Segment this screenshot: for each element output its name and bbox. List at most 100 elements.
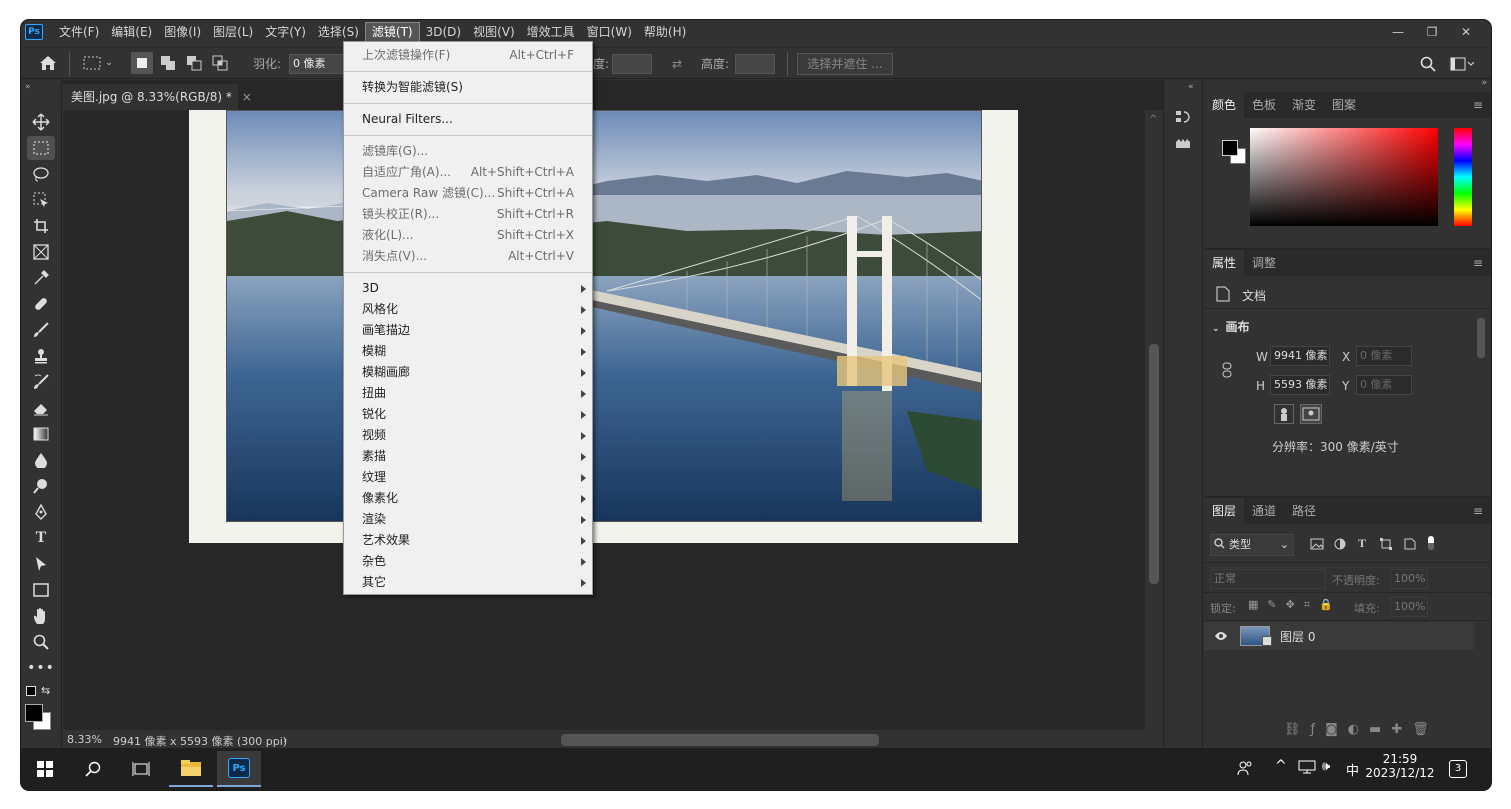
collapse-arrows-icon[interactable]: »	[1481, 78, 1487, 88]
close-tab-icon[interactable]: ×	[242, 90, 252, 104]
pixel-filter-icon[interactable]	[1310, 538, 1324, 553]
filter-submenu-item[interactable]: 画笔描边	[344, 320, 592, 341]
filter-menu-item[interactable]: 自适应广角(A)... Alt+Shift+Ctrl+A	[344, 162, 592, 183]
ime-indicator[interactable]: 中	[1346, 760, 1359, 779]
filter-menu-item[interactable]: 液化(L)... Shift+Ctrl+X	[344, 225, 592, 246]
dodge-tool-icon[interactable]	[27, 474, 55, 498]
eraser-icon[interactable]	[27, 396, 55, 420]
hand-tool-icon[interactable]	[27, 604, 55, 628]
panel-menu-icon[interactable]: ≡	[1465, 92, 1491, 118]
fill-input[interactable]: 100%	[1390, 597, 1428, 617]
filter-submenu-item[interactable]: 渲染	[344, 509, 592, 530]
canvas-section-toggle[interactable]: ⌄ 画布	[1212, 318, 1250, 335]
filter-submenu-item[interactable]: 锐化	[344, 404, 592, 425]
menu-item[interactable]: 文件(F)	[53, 22, 105, 42]
canvas-area[interactable]	[63, 110, 1145, 730]
photoshop-taskbar-icon[interactable]: Ps	[217, 751, 261, 787]
filter-menu-item[interactable]: 滤镜库(G)...	[344, 141, 592, 162]
healing-brush-icon[interactable]	[27, 292, 55, 316]
menu-item[interactable]: 滤镜(T)	[364, 22, 420, 42]
tab-properties[interactable]: 属性	[1204, 250, 1245, 276]
notification-icon[interactable]: 3	[1449, 760, 1467, 778]
panel-menu-icon[interactable]: ≡	[1465, 250, 1491, 276]
close-window-button[interactable]: ✕	[1449, 20, 1483, 44]
people-icon[interactable]	[1237, 760, 1253, 779]
select-and-mask-button[interactable]: 选择并遮住 ...	[797, 53, 893, 75]
foreground-color-swatch[interactable]	[25, 704, 43, 722]
history-brush-icon[interactable]	[27, 370, 55, 394]
marquee-tool-preset-icon[interactable]	[81, 52, 103, 74]
filter-submenu-item[interactable]: 风格化	[344, 299, 592, 320]
swap-colors-icon[interactable]: ⇆	[41, 684, 50, 697]
tab-adjustments[interactable]: 调整	[1244, 250, 1284, 276]
blur-tool-icon[interactable]	[27, 448, 55, 472]
filter-menu-item[interactable]: 转换为智能滤镜(S)	[344, 77, 592, 98]
collapse-arrows-icon[interactable]: «	[1188, 82, 1194, 92]
clock[interactable]: 21:59 2023/12/12	[1365, 752, 1435, 780]
layer-name[interactable]: 图层 0	[1280, 628, 1315, 645]
crop-tool-icon[interactable]	[27, 214, 55, 238]
menu-item[interactable]: 窗口(W)	[581, 22, 638, 42]
default-colors-icon[interactable]	[26, 686, 36, 696]
lasso-tool-icon[interactable]	[27, 162, 55, 186]
filter-submenu-item[interactable]: 其它	[344, 572, 592, 593]
menu-item[interactable]: 帮助(H)	[638, 22, 692, 42]
opacity-input[interactable]: 100%	[1390, 569, 1428, 589]
workspace-icon[interactable]	[1447, 53, 1477, 75]
type-filter-icon[interactable]: T	[1358, 536, 1366, 551]
eyedropper-icon[interactable]	[27, 266, 55, 290]
tab-paths[interactable]: 路径	[1284, 498, 1324, 524]
pen-tool-icon[interactable]	[27, 500, 55, 524]
vertical-scroll-thumb[interactable]	[1149, 344, 1159, 584]
filter-submenu-item[interactable]: 杂色	[344, 551, 592, 572]
tab-color[interactable]: 颜色	[1204, 92, 1245, 118]
marquee-tool-icon[interactable]	[27, 136, 55, 160]
collapse-arrows-icon[interactable]: »	[25, 82, 31, 92]
filter-submenu-item[interactable]: 视频	[344, 425, 592, 446]
search-icon[interactable]	[1417, 53, 1439, 75]
horizontal-scroll-thumb[interactable]	[561, 734, 879, 746]
vertical-scrollbar[interactable]: ^	[1145, 110, 1163, 730]
link-icon[interactable]	[1222, 362, 1232, 381]
menu-item[interactable]: 文字(Y)	[259, 22, 312, 42]
y-field[interactable]: 0 像素	[1356, 375, 1412, 395]
lock-icons[interactable]: ▦✎✥⌗🔒	[1248, 598, 1342, 612]
height-input[interactable]	[735, 54, 775, 74]
panel-menu-icon[interactable]: ≡	[1465, 498, 1491, 524]
volume-icon[interactable]: 🕪	[1322, 759, 1330, 774]
blend-mode-select[interactable]: 正常	[1210, 569, 1326, 589]
clone-stamp-icon[interactable]	[27, 344, 55, 368]
tab-patterns[interactable]: 图案	[1324, 92, 1364, 118]
width-field[interactable]: 9941 像素	[1270, 346, 1330, 366]
tab-swatches[interactable]: 色板	[1244, 92, 1284, 118]
filter-submenu-item[interactable]: 3D	[344, 278, 592, 299]
frame-tool-icon[interactable]	[27, 240, 55, 264]
intersect-selection-icon[interactable]	[209, 52, 231, 74]
portrait-orientation-icon[interactable]	[1274, 404, 1294, 424]
path-selection-icon[interactable]	[27, 552, 55, 576]
rectangle-tool-icon[interactable]	[27, 578, 55, 602]
file-explorer-icon[interactable]	[169, 751, 213, 787]
filter-submenu-item[interactable]: 模糊	[344, 341, 592, 362]
zoom-level[interactable]: 8.33%	[67, 733, 102, 746]
task-view-icon[interactable]	[119, 751, 163, 787]
height-field[interactable]: 5593 像素	[1270, 375, 1330, 395]
menu-item[interactable]: 编辑(E)	[105, 22, 158, 42]
hue-slider[interactable]	[1454, 128, 1472, 226]
zoom-tool-icon[interactable]	[27, 630, 55, 654]
subtract-selection-icon[interactable]	[183, 52, 205, 74]
filter-submenu-item[interactable]: 艺术效果	[344, 530, 592, 551]
filter-submenu-item[interactable]: 像素化	[344, 488, 592, 509]
brush-settings-icon[interactable]	[1174, 136, 1192, 153]
canvas-document[interactable]	[189, 110, 1018, 543]
x-field[interactable]: 0 像素	[1356, 346, 1412, 366]
type-tool-icon[interactable]: T	[27, 526, 55, 550]
home-icon[interactable]	[37, 52, 59, 74]
color-field[interactable]	[1250, 128, 1438, 226]
menu-item[interactable]: 选择(S)	[312, 22, 365, 42]
windows-start-icon[interactable]	[23, 751, 67, 787]
search-icon[interactable]	[71, 751, 115, 787]
filter-menu-item[interactable]: Neural Filters...	[344, 109, 592, 130]
filter-menu-item[interactable]: 上次滤镜操作(F) Alt+Ctrl+F	[344, 45, 592, 66]
brush-tool-icon[interactable]	[27, 318, 55, 342]
